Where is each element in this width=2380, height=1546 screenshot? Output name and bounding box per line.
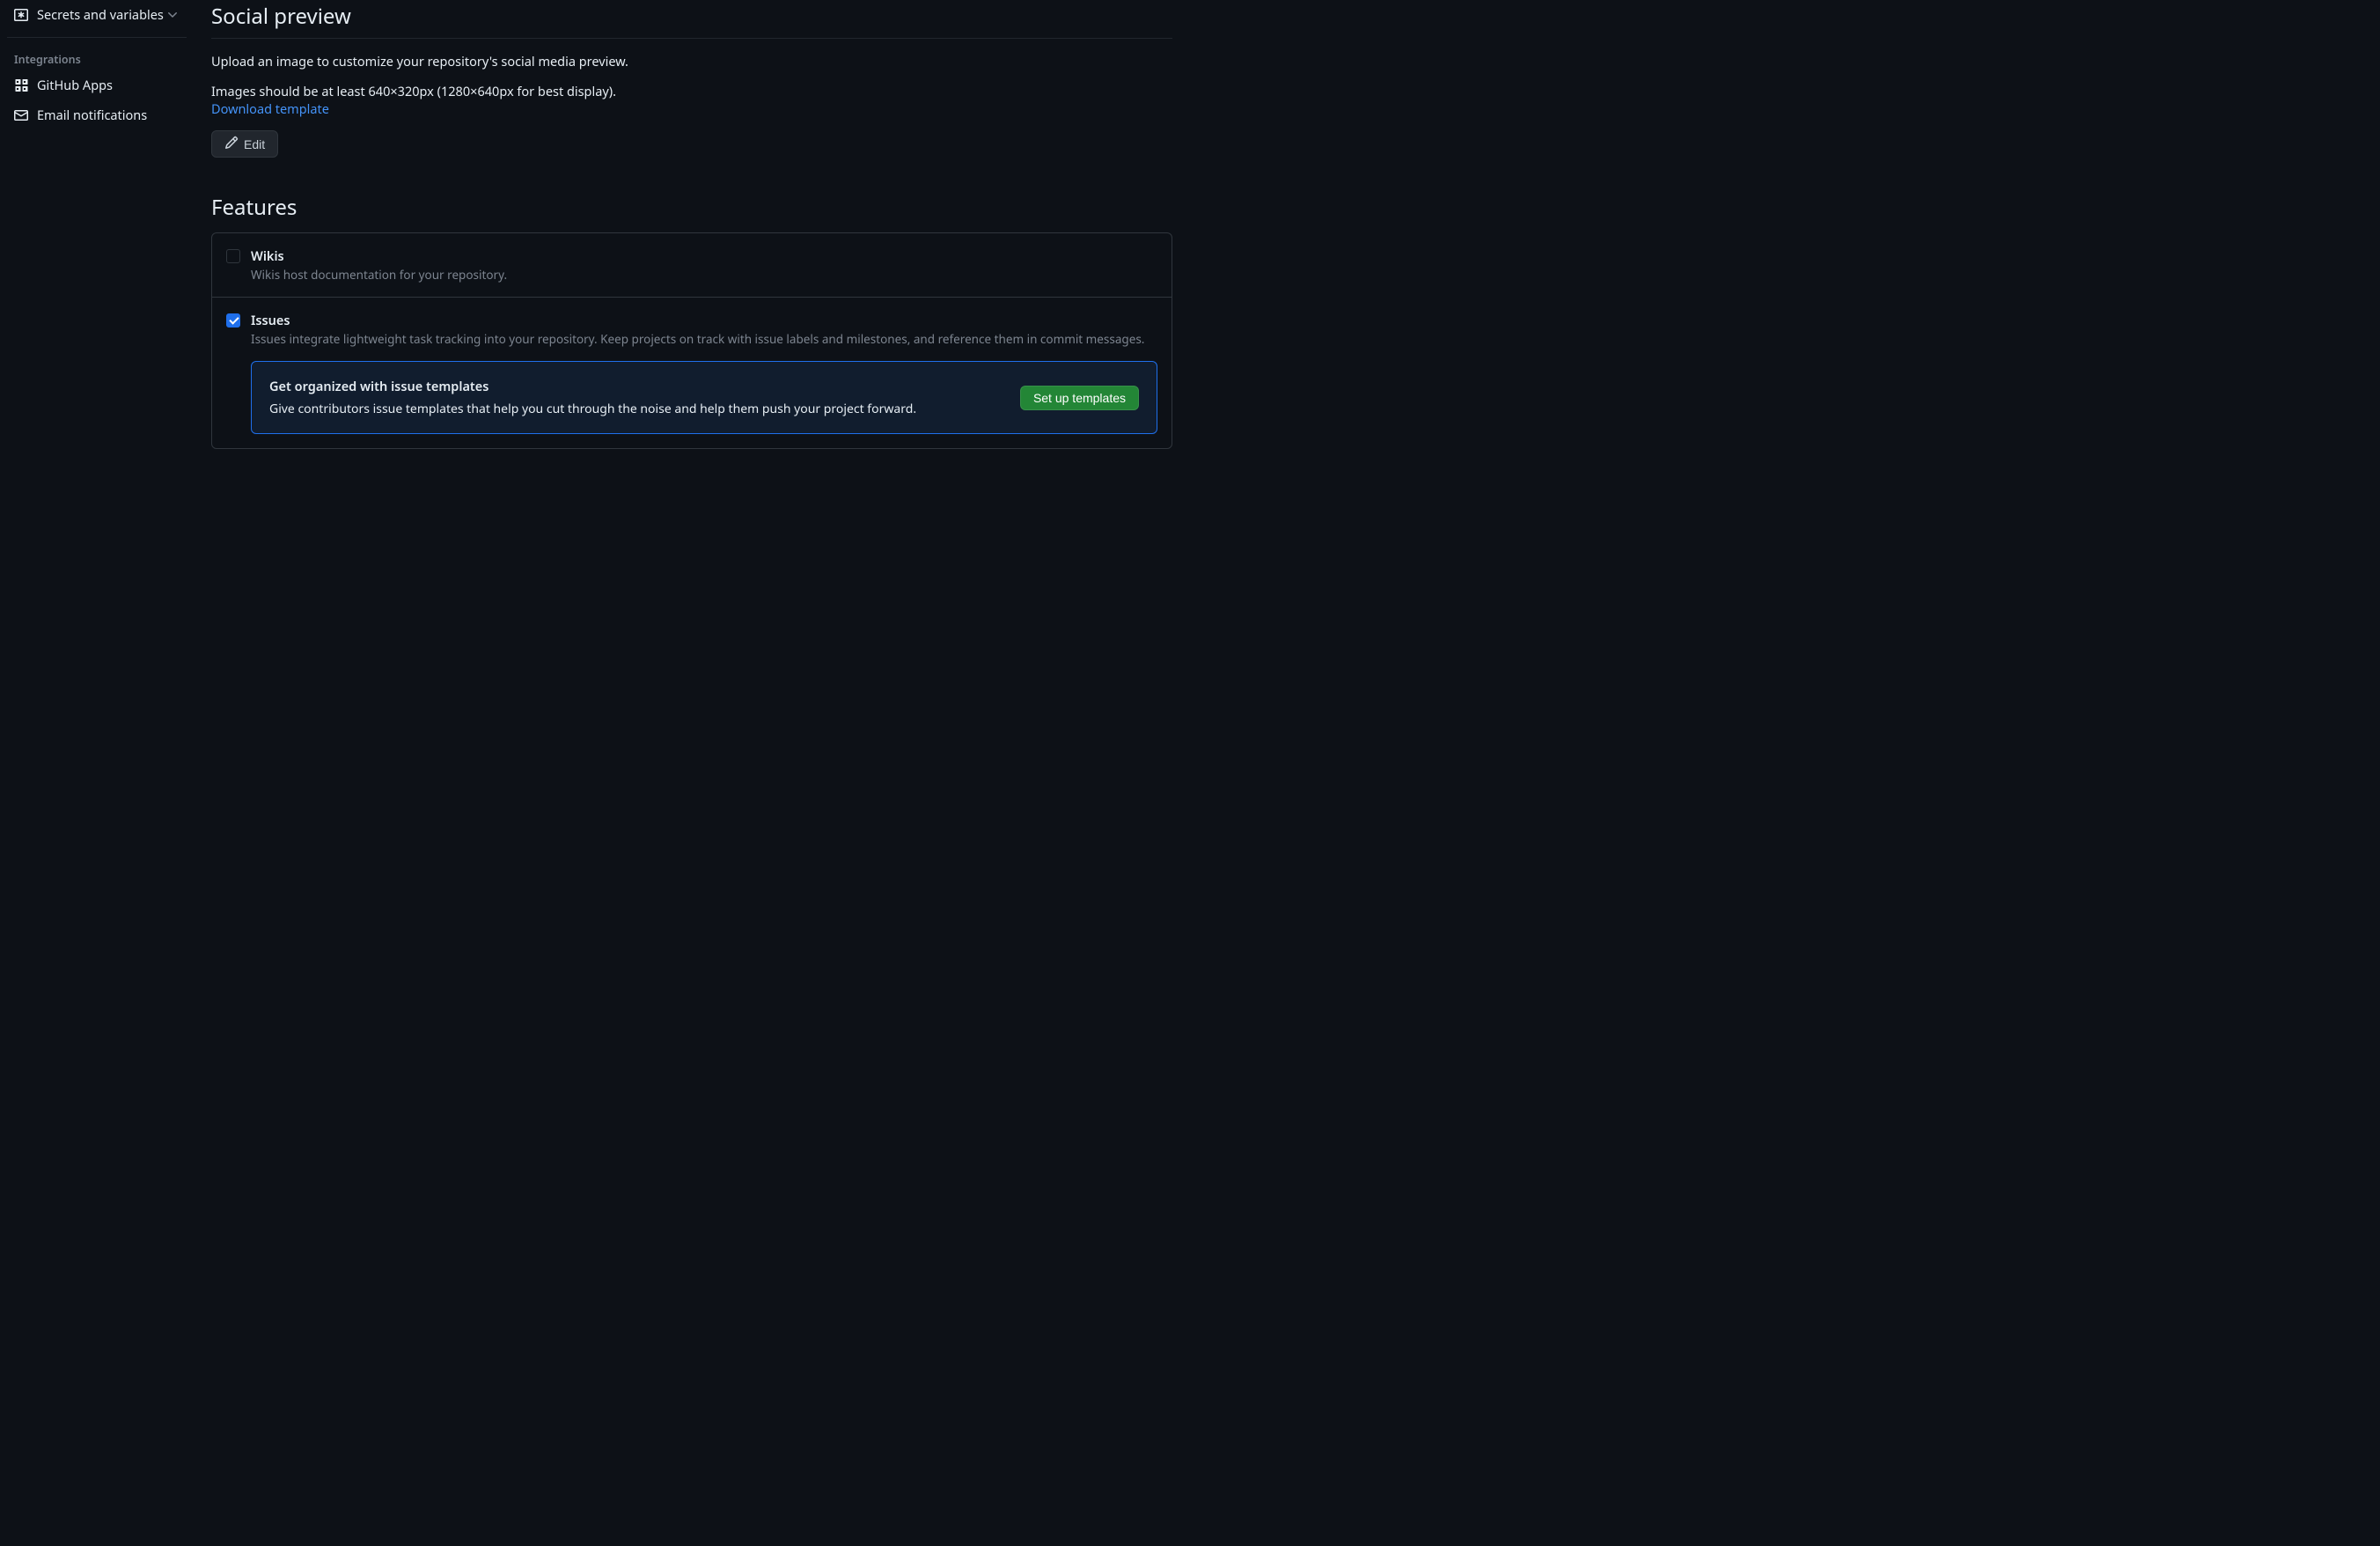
chevron-down-icon — [165, 8, 180, 22]
sidebar-divider — [7, 37, 187, 38]
download-template-link[interactable]: Download template — [211, 100, 329, 118]
sidebar-item-github-apps[interactable]: GitHub Apps — [7, 70, 187, 100]
wikis-desc: Wikis host documentation for your reposi… — [251, 267, 1157, 283]
sidebar-item-email-notifications[interactable]: Email notifications — [7, 100, 187, 130]
social-preview-heading: Social preview — [211, 2, 1172, 39]
main-content: Social preview Upload an image to custom… — [194, 0, 1190, 773]
feature-issues-row: Issues Issues integrate lightweight task… — [212, 298, 1172, 448]
sidebar-section-integrations: Integrations — [7, 45, 187, 70]
wikis-checkbox[interactable] — [226, 249, 240, 263]
set-up-templates-button[interactable]: Set up templates — [1020, 386, 1139, 410]
size-text-content: Images should be at least 640×320px (128… — [211, 83, 616, 100]
issues-desc: Issues integrate lightweight task tracki… — [251, 331, 1157, 347]
key-asterisk-icon — [14, 8, 28, 22]
issues-title: Issues — [251, 312, 1157, 329]
wikis-content: Wikis Wikis host documentation for your … — [251, 247, 1157, 283]
social-preview-size-text: Images should be at least 640×320px (128… — [211, 83, 1172, 118]
issue-templates-callout: Get organized with issue templates Give … — [251, 361, 1157, 434]
feature-wikis-row: Wikis Wikis host documentation for your … — [212, 233, 1172, 298]
apps-icon — [14, 78, 28, 92]
features-heading: Features — [211, 193, 1172, 222]
sidebar-item-label: Secrets and variables — [37, 6, 165, 24]
mail-icon — [14, 108, 28, 122]
sidebar-item-secrets[interactable]: Secrets and variables — [7, 0, 187, 30]
wikis-title: Wikis — [251, 247, 1157, 265]
callout-desc: Give contributors issue templates that h… — [269, 401, 999, 417]
pencil-icon — [224, 136, 239, 152]
edit-button-label: Edit — [244, 137, 265, 151]
callout-text: Get organized with issue templates Give … — [269, 378, 999, 417]
issues-content: Issues Issues integrate lightweight task… — [251, 312, 1157, 434]
features-box: Wikis Wikis host documentation for your … — [211, 232, 1172, 449]
callout-title: Get organized with issue templates — [269, 378, 999, 395]
settings-sidebar: Secrets and variables Integrations GitHu… — [0, 0, 194, 773]
issues-checkbox[interactable] — [226, 313, 240, 328]
sidebar-item-label: Email notifications — [37, 107, 180, 124]
sidebar-item-label: GitHub Apps — [37, 77, 180, 94]
social-preview-upload-text: Upload an image to customize your reposi… — [211, 53, 1172, 70]
edit-button[interactable]: Edit — [211, 130, 278, 158]
